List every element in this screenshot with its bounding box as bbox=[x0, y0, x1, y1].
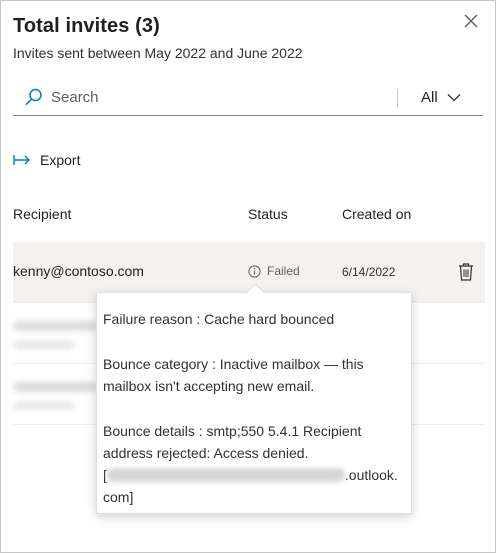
filter-selected-value: All bbox=[421, 88, 438, 106]
bounce-details-line-2: address rejected: Access denied. bbox=[103, 445, 309, 461]
redacted-email bbox=[13, 382, 99, 392]
failure-details-tooltip: Failure reason : Cache hard bounced Boun… bbox=[96, 283, 412, 514]
close-button[interactable] bbox=[459, 9, 483, 33]
failure-reason-text: Failure reason : Cache hard bounced bbox=[103, 311, 335, 327]
panel-title: Total invites (3) bbox=[13, 15, 160, 37]
invites-panel: Total invites (3) Invites sent between M… bbox=[0, 0, 496, 553]
column-header-recipient[interactable]: Recipient bbox=[13, 206, 71, 222]
chevron-down-icon bbox=[447, 93, 461, 101]
created-on-date: 6/14/2022 bbox=[342, 265, 396, 279]
bounce-details-line-4: com] bbox=[103, 489, 134, 505]
info-icon bbox=[248, 264, 261, 278]
bounce-category-line-1: Bounce category : Inactive mailbox — thi… bbox=[103, 356, 364, 372]
bounce-details-line-1: Bounce details : smtp;550 5.4.1 Recipien… bbox=[103, 423, 362, 439]
redacted-address bbox=[106, 468, 345, 482]
bounce-details-line-3: [.outlook. bbox=[103, 464, 403, 486]
search-input[interactable] bbox=[51, 86, 391, 108]
redacted-subtext bbox=[13, 402, 75, 410]
export-label: Export bbox=[40, 152, 81, 168]
status-cell[interactable]: Failed bbox=[248, 264, 300, 278]
status-label: Failed bbox=[267, 264, 300, 278]
export-button[interactable]: Export bbox=[13, 149, 80, 171]
recipient-email: kenny@contoso.com bbox=[13, 263, 144, 279]
column-header-created-on[interactable]: Created on bbox=[342, 206, 411, 222]
export-arrow-icon bbox=[13, 155, 30, 165]
redacted-subtext bbox=[13, 341, 75, 349]
filter-dropdown[interactable]: All bbox=[421, 85, 461, 109]
search-icon bbox=[25, 88, 42, 105]
search-divider bbox=[397, 89, 398, 107]
search-bar: All bbox=[13, 81, 483, 116]
bounce-category-line-2: mailbox isn't accepting new email. bbox=[103, 378, 315, 394]
redacted-email bbox=[13, 321, 99, 331]
panel-subtitle: Invites sent between May 2022 and June 2… bbox=[13, 45, 303, 61]
column-header-status[interactable]: Status bbox=[248, 206, 288, 222]
close-icon bbox=[464, 14, 478, 28]
domain-suffix: .outlook. bbox=[344, 467, 398, 483]
trash-icon[interactable] bbox=[457, 262, 475, 282]
